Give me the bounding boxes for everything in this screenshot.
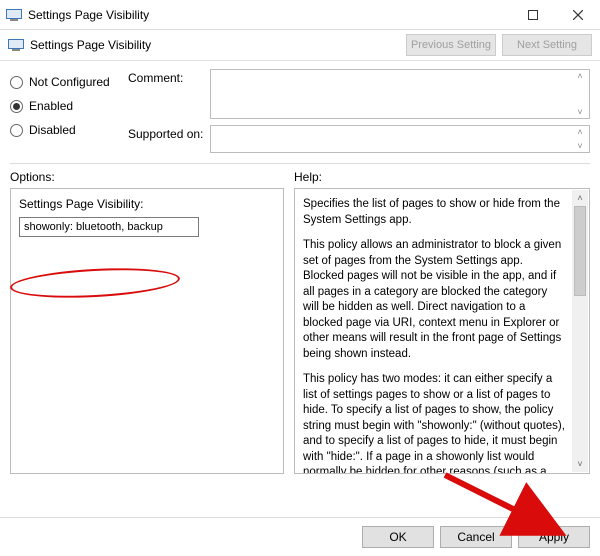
radio-label: Enabled: [29, 99, 73, 113]
chevron-up-icon: ˄: [572, 190, 588, 206]
state-radios: Not Configured Enabled Disabled: [10, 69, 128, 159]
cancel-button[interactable]: Cancel: [440, 526, 512, 548]
scrollbar[interactable]: ˄ ˅: [572, 71, 588, 117]
policy-title: Settings Page Visibility: [30, 38, 400, 52]
options-heading: Options:: [10, 170, 294, 184]
maximize-button[interactable]: [510, 0, 555, 30]
next-setting-button[interactable]: Next Setting: [502, 34, 592, 56]
help-paragraph: This policy has two modes: it can either…: [303, 372, 565, 474]
upper-section: Not Configured Enabled Disabled Comment:…: [0, 61, 600, 159]
meta-fields: Comment: ˄ ˅ Supported on: ˄ ˅: [128, 69, 590, 159]
help-text: Specifies the list of pages to show or h…: [303, 197, 581, 474]
options-panel: Settings Page Visibility:: [10, 188, 284, 474]
supported-on-input[interactable]: ˄ ˅: [210, 125, 590, 153]
lower-panes: Settings Page Visibility: Specifies the …: [0, 184, 600, 482]
radio-disabled[interactable]: Disabled: [10, 123, 128, 137]
radio-label: Disabled: [29, 123, 76, 137]
option-field-label: Settings Page Visibility:: [19, 197, 275, 211]
chevron-down-icon: ˅: [572, 107, 588, 117]
radio-icon: [10, 100, 23, 113]
radio-not-configured[interactable]: Not Configured: [10, 75, 128, 89]
settings-page-visibility-input[interactable]: [19, 217, 199, 237]
titlebar: Settings Page Visibility: [0, 0, 600, 30]
window-controls: [465, 0, 600, 30]
chevron-up-icon: ˄: [572, 71, 588, 81]
scrollbar[interactable]: ˄ ˅: [572, 127, 588, 151]
chevron-up-icon: ˄: [572, 127, 588, 137]
radio-enabled[interactable]: Enabled: [10, 99, 128, 113]
help-paragraph: Specifies the list of pages to show or h…: [303, 197, 565, 228]
comment-input[interactable]: ˄ ˅: [210, 69, 590, 119]
apply-button[interactable]: Apply: [518, 526, 590, 548]
supported-on-label: Supported on:: [128, 125, 210, 153]
help-panel: Specifies the list of pages to show or h…: [294, 188, 590, 474]
help-paragraph: This policy allows an administrator to b…: [303, 238, 565, 362]
chevron-down-icon: ˅: [572, 141, 588, 151]
dialog-footer: OK Cancel Apply: [0, 517, 600, 556]
policy-icon: [8, 37, 24, 53]
close-button[interactable]: [555, 0, 600, 30]
scrollbar[interactable]: ˄ ˅: [572, 190, 588, 472]
help-heading: Help:: [294, 170, 590, 184]
ok-button[interactable]: OK: [362, 526, 434, 548]
previous-setting-button[interactable]: Previous Setting: [406, 34, 496, 56]
app-icon: [6, 7, 22, 23]
radio-icon: [10, 124, 23, 137]
subheader: Settings Page Visibility Previous Settin…: [0, 30, 600, 61]
scrollbar-track[interactable]: [572, 296, 588, 456]
section-divider: [10, 163, 590, 164]
window-title: Settings Page Visibility: [28, 8, 465, 22]
chevron-down-icon: ˅: [572, 456, 588, 472]
pane-labels: Options: Help:: [0, 170, 600, 184]
radio-label: Not Configured: [29, 75, 110, 89]
radio-icon: [10, 76, 23, 89]
comment-label: Comment:: [128, 69, 210, 119]
scrollbar-thumb[interactable]: [574, 206, 586, 296]
